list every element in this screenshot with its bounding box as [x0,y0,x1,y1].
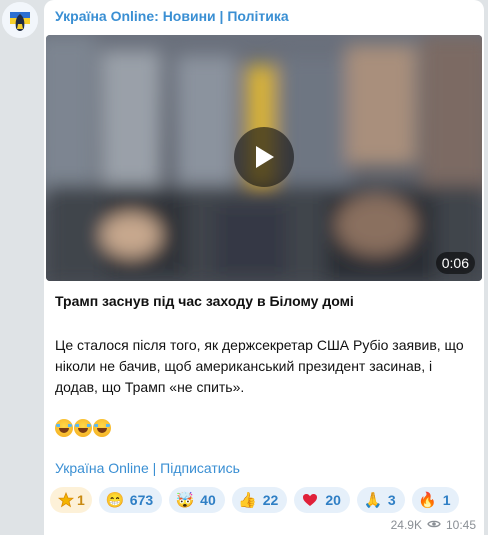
reaction-count: 22 [262,492,279,508]
folded-hands-icon: 🙏 [363,491,383,509]
reaction-count: 673 [129,492,154,508]
tears-of-joy-icon [93,419,111,437]
thumbs-up-icon: 👍 [238,491,258,509]
exploding-head-icon: 🤯 [175,491,195,509]
reaction-grinning[interactable]: 😁 673 [98,487,163,513]
channel-name-link[interactable]: Україна Online: Новини | Політика [55,8,289,24]
red-heart-icon [301,491,319,509]
post-body-line: Це сталося після того, як держсекретар С… [55,337,464,353]
reaction-thumbs-up[interactable]: 👍 22 [231,487,288,513]
post-body: Це сталося після того, як держсекретар С… [55,335,475,398]
video-duration-badge: 0:06 [435,252,475,274]
message-time: 10:45 [445,518,476,532]
video-thumbnail[interactable]: 0:06 [46,35,482,281]
eye-icon [427,518,441,532]
reaction-fire[interactable]: 🔥 1 [411,487,460,513]
reaction-count: 40 [200,492,216,508]
emoji-line [55,419,111,437]
reactions-bar: 1 😁 673 🤯 40 👍 22 20 🙏 3 🔥 1 [50,487,460,513]
message-bubble: Україна Online: Новини | Політика 0:06 Т… [44,0,484,535]
reaction-count: 1 [442,492,451,508]
message-meta: 24.9K 10:45 [391,518,476,532]
view-count: 24.9K [390,518,422,532]
channel-avatar[interactable] [2,2,38,38]
reaction-count: 3 [387,492,396,508]
post-headline: Трамп заснув під час заходу в Білому дом… [55,293,354,309]
grinning-face-icon: 😁 [105,491,125,509]
tears-of-joy-icon [74,419,92,437]
reaction-count: 1 [77,492,85,508]
reaction-folded-hands[interactable]: 🙏 3 [356,487,405,513]
post-body-line: додав, що Трамп «не спить». [55,379,245,395]
star-icon [57,491,75,509]
reaction-star[interactable]: 1 [50,487,92,513]
fire-icon: 🔥 [418,491,438,509]
reaction-heart[interactable]: 20 [294,487,350,513]
post-body-line: ніколи не бачив, щоб американський прези… [55,358,433,374]
play-button[interactable] [234,127,294,187]
reaction-count: 20 [325,492,341,508]
play-icon [256,146,274,168]
subscribe-link[interactable]: Україна Online | Підписатись [55,460,240,476]
tears-of-joy-icon [55,419,73,437]
reaction-exploding-head[interactable]: 🤯 40 [169,487,225,513]
